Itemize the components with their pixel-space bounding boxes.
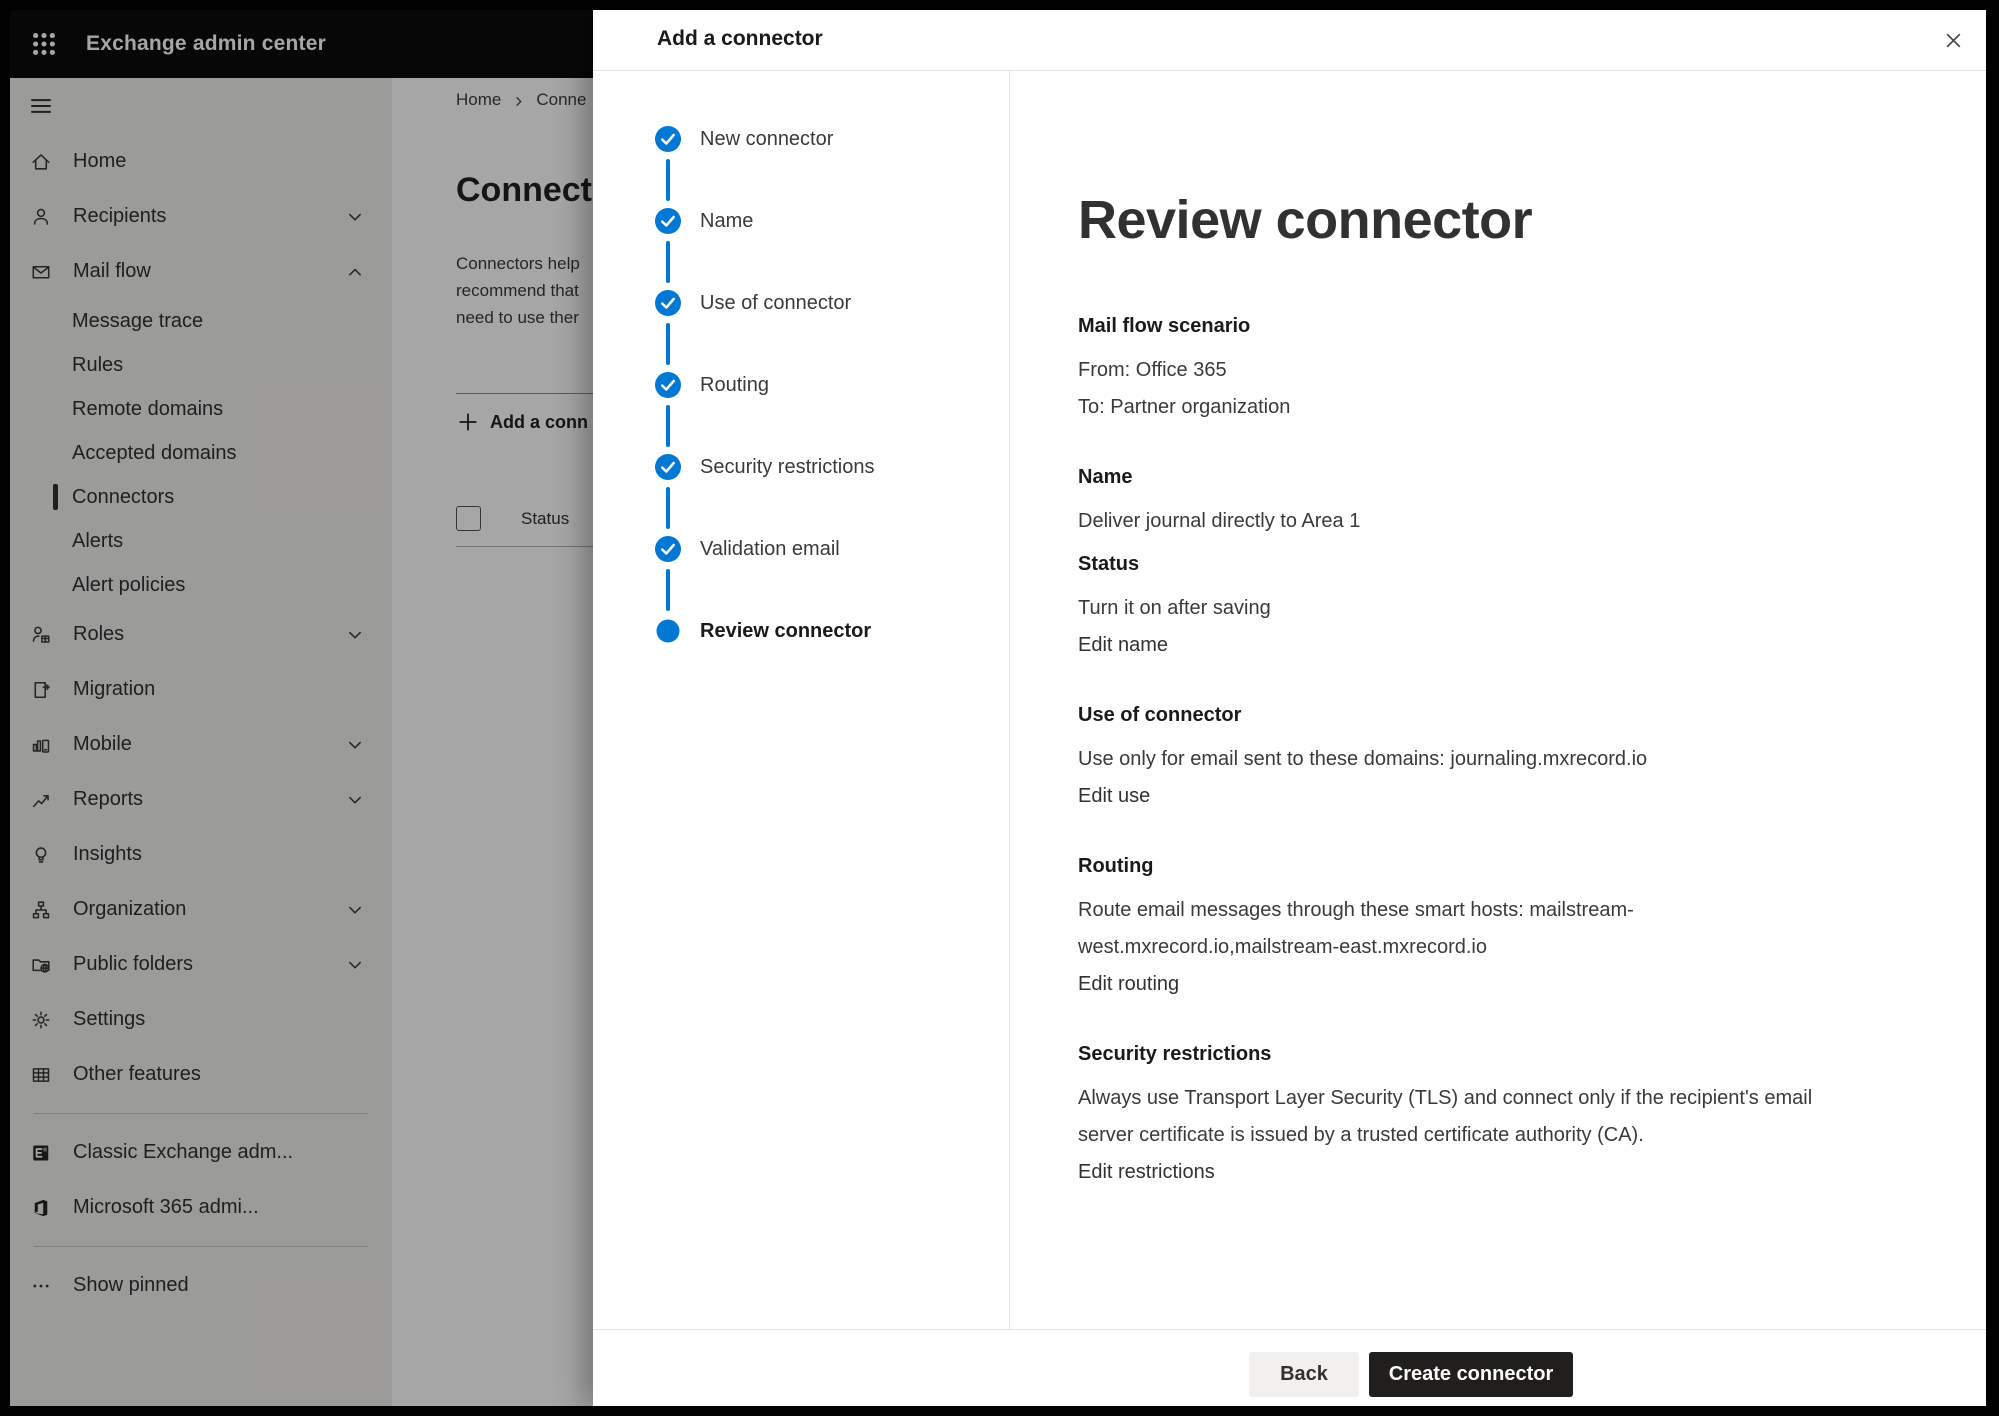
step-connector-line	[666, 323, 670, 365]
step-review-connector[interactable]: Review connector	[654, 617, 871, 645]
step-label: Security restrictions	[700, 456, 875, 479]
edit-use-link[interactable]: Edit use	[1078, 778, 1868, 815]
edit-routing-link[interactable]: Edit routing	[1078, 966, 1868, 1003]
edit-name-link[interactable]: Edit name	[1078, 627, 1868, 664]
close-icon	[1942, 29, 1965, 52]
review-section-use-of-connector: Use of connector	[1078, 697, 1868, 734]
review-text: Deliver journal directly to Area 1	[1078, 503, 1868, 540]
add-connector-panel: Add a connector New connector Name Use of …	[593, 10, 1986, 1406]
step-security-restrictions[interactable]: Security restrictions	[654, 453, 875, 481]
step-label: Routing	[700, 374, 769, 397]
review-section-name: Name	[1078, 459, 1868, 496]
step-new-connector[interactable]: New connector	[654, 125, 833, 153]
step-label: Validation email	[700, 538, 840, 561]
screen: Exchange admin center HomeRecipientsMail…	[10, 10, 1986, 1406]
step-check-icon	[654, 453, 682, 481]
step-label: Review connector	[700, 620, 871, 643]
review-section-routing: Routing	[1078, 848, 1868, 885]
step-connector-line	[666, 487, 670, 529]
review-text: Turn it on after saving	[1078, 590, 1868, 627]
step-name[interactable]: Name	[654, 207, 753, 235]
review-section-status: Status	[1078, 546, 1868, 583]
step-label: Name	[700, 210, 753, 233]
step-connector-line	[666, 159, 670, 201]
review-heading: Review connector	[1078, 188, 1868, 252]
panel-footer: Back Create connector	[593, 1329, 1986, 1406]
panel-title: Add a connector	[657, 27, 823, 51]
review-text: Always use Transport Layer Security (TLS…	[1078, 1080, 1868, 1154]
panel-header: Add a connector	[593, 10, 1986, 71]
review-content: Review connector Mail flow scenario From:…	[1010, 70, 1986, 1330]
step-check-icon	[654, 535, 682, 563]
review-text: To: Partner organization	[1078, 389, 1868, 426]
step-current-dot-icon	[654, 617, 682, 645]
step-connector-line	[666, 569, 670, 611]
create-connector-button[interactable]: Create connector	[1369, 1352, 1573, 1397]
review-section-mail-flow-scenario: Mail flow scenario	[1078, 308, 1868, 345]
step-validation-email[interactable]: Validation email	[654, 535, 840, 563]
review-text: From: Office 365	[1078, 352, 1868, 389]
step-check-icon	[654, 207, 682, 235]
edit-restrictions-link[interactable]: Edit restrictions	[1078, 1154, 1868, 1191]
close-button[interactable]	[1932, 19, 1974, 61]
step-connector-line	[666, 405, 670, 447]
review-section-security-restrictions: Security restrictions	[1078, 1036, 1868, 1073]
back-button[interactable]: Back	[1249, 1352, 1359, 1397]
wizard-stepper: New connector Name Use of connector Routing…	[593, 70, 1010, 1330]
step-check-icon	[654, 125, 682, 153]
step-check-icon	[654, 371, 682, 399]
step-check-icon	[654, 289, 682, 317]
step-label: Use of connector	[700, 292, 851, 315]
step-label: New connector	[700, 128, 833, 151]
step-connector-line	[666, 241, 670, 283]
review-text: Route email messages through these smart…	[1078, 892, 1868, 966]
step-routing[interactable]: Routing	[654, 371, 769, 399]
review-text: Use only for email sent to these domains…	[1078, 741, 1868, 778]
step-use-of-connector[interactable]: Use of connector	[654, 289, 851, 317]
